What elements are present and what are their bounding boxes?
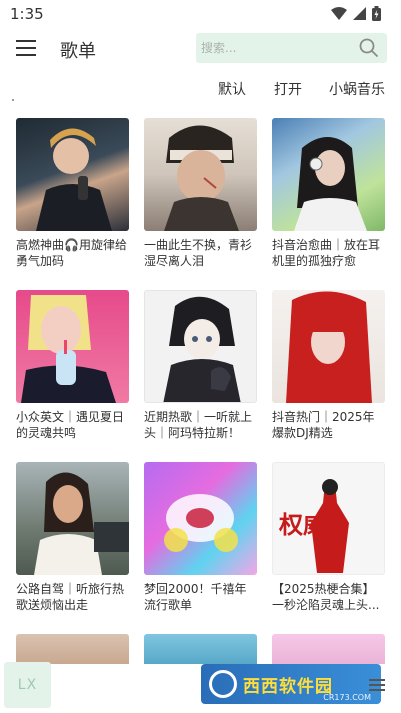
playlist-title: 近期热歌｜一听就上头｜阿玛特拉斯！	[144, 410, 253, 440]
watermark-brand: 西西软件园	[243, 676, 333, 697]
playlist-cover[interactable]	[272, 118, 385, 231]
cover-image: 权威	[278, 479, 349, 573]
battery-icon	[372, 6, 381, 21]
cover-image	[34, 472, 129, 575]
playlist-cover[interactable]	[144, 290, 257, 403]
search-icon[interactable]	[359, 38, 379, 58]
cover-image	[36, 128, 112, 231]
playlist-card[interactable]: 近期热歌｜一听就上头｜阿玛特拉斯！	[144, 290, 257, 441]
divider-dot	[12, 99, 14, 101]
status-icons	[331, 6, 381, 21]
search-box[interactable]	[196, 33, 387, 63]
signal-icon	[353, 7, 366, 20]
cover-image	[163, 296, 241, 402]
playlist-cover[interactable]	[16, 118, 129, 231]
playlist-cover-partial[interactable]	[272, 634, 385, 664]
cover-image	[294, 137, 367, 231]
status-time: 1:35	[10, 5, 44, 23]
wifi-icon	[331, 7, 347, 20]
playlist-card[interactable]: 抖音热门｜2025年爆款DJ精选	[272, 290, 385, 441]
playlist-title: 梦回2000！千禧年流行歌单	[144, 582, 247, 612]
playlist-title: 一曲此生不换，青衫湿尽离人泪	[144, 238, 253, 268]
playlist-title: 抖音热门｜2025年爆款DJ精选	[272, 410, 375, 440]
playlist-cover[interactable]	[272, 290, 385, 403]
playlist-title: 【2025热梗合集】一秒沦陷灵魂上头...	[272, 582, 380, 612]
sort-bar: 默认 打开 小蜗音乐	[0, 76, 401, 102]
playlist-title: 抖音治愈曲｜放在耳机里的孤独疗愈	[272, 238, 381, 268]
playlist-card[interactable]: 梦回2000！千禧年流行歌单	[144, 462, 257, 613]
playlist-card[interactable]: 权威 【2025热梗合集】一秒沦陷灵魂上头...	[272, 462, 385, 613]
watermark-sub: CR173.COM	[323, 693, 371, 702]
menu-icon[interactable]	[16, 40, 36, 56]
playlist-title: 公路自驾｜听旅行热歌送烦恼出走	[16, 582, 125, 612]
playlist-cover[interactable]	[144, 118, 257, 231]
cover-poster-text: 权威	[278, 511, 327, 539]
sort-default[interactable]: 默认	[218, 79, 246, 99]
sort-xiaowo-music[interactable]: 小蜗音乐	[329, 79, 385, 99]
playlist-cover-partial[interactable]	[16, 634, 129, 664]
page-title: 歌单	[60, 41, 96, 62]
status-bar: 1:35	[0, 0, 401, 28]
sort-open[interactable]: 打开	[274, 79, 302, 99]
app-bar: 歌单	[0, 28, 401, 70]
playlist-title: 高燃神曲🎧用旋律给勇气加码	[16, 238, 127, 268]
bottom-bar: LX 西西软件园 CR173.COM	[0, 662, 401, 713]
watermark-circle-icon	[209, 670, 237, 698]
playlist-cover[interactable]	[16, 462, 129, 575]
lx-player-button[interactable]: LX	[4, 662, 51, 708]
playlist-cover[interactable]	[144, 462, 257, 575]
watermark-logo: 西西软件园 CR173.COM	[201, 664, 381, 704]
cover-image	[286, 291, 372, 403]
playlist-card[interactable]: 公路自驾｜听旅行热歌送烦恼出走	[16, 462, 129, 613]
cover-image	[164, 125, 239, 231]
playlist-card[interactable]: 一曲此生不换，青衫湿尽离人泪	[144, 118, 257, 269]
playlist-queue-icon[interactable]	[369, 678, 385, 692]
playlist-cover[interactable]: 权威	[272, 462, 385, 575]
cover-image	[21, 295, 116, 403]
playlist-card[interactable]: 抖音治愈曲｜放在耳机里的孤独疗愈	[272, 118, 385, 269]
playlist-card[interactable]: 小众英文｜遇见夏日的灵魂共鸣	[16, 290, 129, 441]
playlist-cover[interactable]	[16, 290, 129, 403]
playlist-card[interactable]: 高燃神曲🎧用旋律给勇气加码	[16, 118, 129, 269]
cover-image	[164, 494, 238, 552]
search-input[interactable]	[201, 39, 351, 57]
playlist-cover-partial[interactable]	[144, 634, 257, 664]
playlist-title: 小众英文｜遇见夏日的灵魂共鸣	[16, 410, 125, 440]
